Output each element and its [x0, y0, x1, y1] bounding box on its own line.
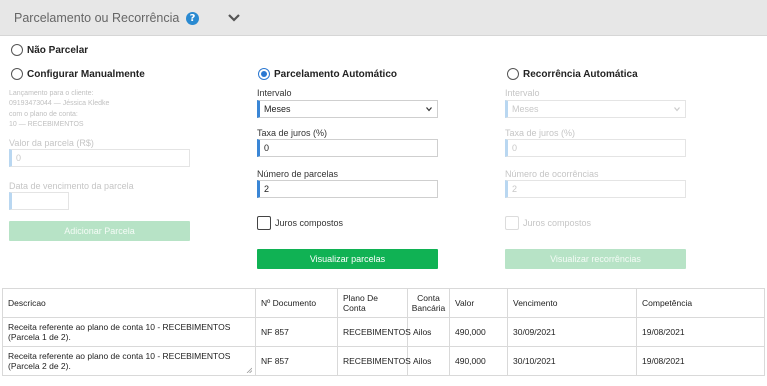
chevron-down-icon [674, 107, 680, 112]
recorrencia-juros-label: Taxa de juros (%) [505, 128, 576, 138]
intervalo-label: Intervalo [257, 88, 292, 98]
valor-parcela-input[interactable]: 0 [9, 149, 190, 167]
descricao-line2: (Parcela 2 de 2). [8, 361, 71, 371]
help-icon[interactable]: ? [186, 12, 199, 25]
numero-ocorrencias-label: Número de ocorrências [505, 169, 599, 179]
radio-configurar-manualmente[interactable]: Configurar Manualmente [11, 68, 145, 80]
juros-compostos-checkbox[interactable]: Juros compostos [257, 216, 343, 230]
section-header[interactable]: Parcelamento ou Recorrência ? [0, 0, 767, 36]
header-conta-line1: Conta [417, 293, 440, 303]
header-conta-bancaria: Conta Bancária [407, 288, 450, 318]
adicionar-parcela-button[interactable]: Adicionar Parcela [9, 221, 190, 241]
radio-nao-parcelar[interactable]: Não Parcelar [11, 44, 88, 56]
parcelas-table: Descricao Nº Documento Plano De Conta Co… [2, 288, 765, 376]
radio-label: Não Parcelar [27, 44, 89, 56]
recorrencia-juros-input[interactable]: 0 [505, 139, 686, 157]
checkbox-box [505, 216, 519, 230]
plano-cell: RECEBIMENTOS [337, 346, 411, 376]
descricao-cell[interactable]: Receita referente ao plano de conta 10 -… [2, 317, 256, 347]
radio-circle [11, 44, 23, 56]
documento-cell: NF 857 [255, 346, 338, 376]
chevron-down-icon [426, 107, 432, 112]
descricao-line2: (Parcela 1 de 2). [8, 332, 71, 342]
header-conta-line2: Bancária [411, 303, 446, 313]
numero-parcelas-input[interactable]: 2 [257, 180, 438, 198]
plano-cell: RECEBIMENTOS [337, 317, 411, 347]
manual-info-line2: 09193473044 — Jéssica Kledke [9, 100, 110, 107]
visualizar-parcelas-button[interactable]: Visualizar parcelas [257, 249, 438, 269]
table-row: Receita referente ao plano de conta 10 -… [2, 346, 765, 376]
table-header-row: Descricao Nº Documento Plano De Conta Co… [2, 288, 765, 318]
numero-ocorrencias-input[interactable]: 2 [505, 180, 686, 198]
recorrencia-intervalo-value: Meses [512, 104, 539, 114]
valor-cell: 490,000 [449, 346, 508, 376]
header-descricao: Descricao [2, 288, 256, 318]
taxa-juros-input[interactable]: 0 [257, 139, 438, 157]
numero-parcelas-label: Número de parcelas [257, 169, 339, 179]
radio-circle [11, 68, 23, 80]
descricao-cell[interactable]: Receita referente ao plano de conta 10 -… [2, 346, 256, 376]
intervalo-value: Meses [264, 104, 291, 114]
recorrencia-intervalo-label: Intervalo [505, 88, 540, 98]
taxa-juros-label: Taxa de juros (%) [257, 128, 328, 138]
header-competencia: Competência [636, 288, 765, 318]
header-valor: Valor [449, 288, 508, 318]
radio-parcelamento-automatico[interactable]: Parcelamento Automático [258, 68, 397, 80]
visualizar-recorrencias-button[interactable]: Visualizar recorrências [505, 249, 686, 269]
vencimento-cell: 30/09/2021 [507, 317, 637, 347]
checkbox-label: Juros compostos [523, 218, 592, 228]
manual-info-line3: com o plano de conta: [9, 111, 78, 118]
data-vencimento-input[interactable] [9, 192, 69, 210]
intervalo-select[interactable]: Meses [257, 100, 438, 118]
recorrencia-juros-compostos-checkbox[interactable]: Juros compostos [505, 216, 591, 230]
descricao-line1: Receita referente ao plano de conta 10 -… [8, 351, 231, 361]
manual-info-line4: 10 — RECEBIMENTOS [9, 121, 84, 128]
radio-circle [507, 68, 519, 80]
checkbox-label: Juros compostos [275, 218, 344, 228]
header-documento: Nº Documento [255, 288, 338, 318]
data-vencimento-label: Data de vencimento da parcela [9, 181, 134, 191]
vencimento-cell: 30/10/2021 [507, 346, 637, 376]
valor-cell: 490,000 [449, 317, 508, 347]
manual-info-line1: Lançamento para o cliente: [9, 90, 94, 97]
radio-label: Configurar Manualmente [27, 68, 145, 80]
chevron-down-icon[interactable] [228, 13, 240, 23]
conta-cell: Ailos [407, 346, 450, 376]
documento-cell: NF 857 [255, 317, 338, 347]
competencia-cell: 19/08/2021 [636, 346, 765, 376]
radio-circle-selected [258, 68, 270, 80]
resize-grip-icon[interactable] [246, 367, 252, 373]
header-vencimento: Vencimento [507, 288, 637, 318]
radio-label: Parcelamento Automático [274, 68, 397, 80]
radio-label: Recorrência Automática [523, 68, 638, 80]
radio-recorrencia-automatica[interactable]: Recorrência Automática [507, 68, 638, 80]
valor-parcela-label: Valor da parcela (R$) [9, 138, 94, 148]
recorrencia-intervalo-select[interactable]: Meses [505, 100, 686, 118]
conta-cell: Ailos [407, 317, 450, 347]
section-title: Parcelamento ou Recorrência [14, 11, 180, 25]
table-row: Receita referente ao plano de conta 10 -… [2, 317, 765, 347]
checkbox-box [257, 216, 271, 230]
competencia-cell: 19/08/2021 [636, 317, 765, 347]
descricao-line1: Receita referente ao plano de conta 10 -… [8, 322, 231, 332]
header-plano-conta: Plano De Conta [337, 288, 408, 318]
